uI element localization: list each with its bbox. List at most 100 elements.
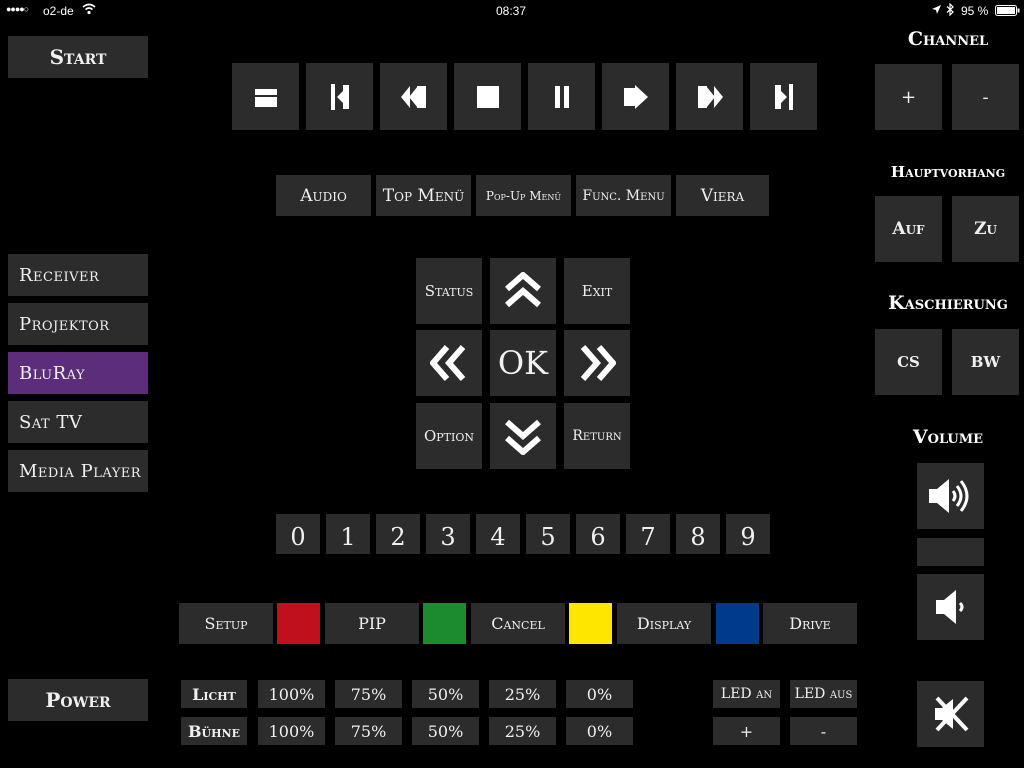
buehne-25-button[interactable]: 25%	[489, 717, 556, 745]
buehne-50-button[interactable]: 50%	[412, 717, 479, 745]
chevron-left-icon	[430, 344, 468, 382]
exit-button[interactable]: Exit	[564, 258, 630, 324]
led-plus-button[interactable]: +	[713, 717, 780, 745]
volume-down-button[interactable]	[917, 574, 984, 640]
chevron-down-icon	[504, 417, 542, 455]
fast-forward-button[interactable]	[676, 63, 743, 130]
digit-3-button[interactable]: 3	[426, 514, 470, 554]
carrier-name: o2-de	[43, 4, 74, 18]
drive-button[interactable]: Drive	[763, 603, 857, 644]
volume-down-icon	[934, 588, 968, 626]
status-bar: ●●●●○ o2-de 08:37 95 %	[0, 0, 1024, 22]
licht-50-button[interactable]: 50%	[412, 680, 479, 708]
masking-bw-button[interactable]: BW	[952, 329, 1019, 395]
power-button[interactable]: Power	[8, 679, 148, 721]
red-button[interactable]	[277, 603, 320, 644]
led-minus-button[interactable]: -	[790, 717, 857, 745]
rewind-icon	[400, 83, 428, 111]
led-off-button[interactable]: LED aus	[790, 680, 857, 708]
green-button[interactable]	[423, 603, 466, 644]
skip-back-icon	[329, 83, 351, 111]
led-on-button[interactable]: LED an	[713, 680, 780, 708]
signal-strength: ●●●●○	[6, 4, 29, 14]
left-button[interactable]	[416, 330, 482, 396]
volume-level-display	[917, 538, 984, 566]
buehne-label: Bühne	[181, 717, 247, 745]
chevron-right-icon	[578, 344, 616, 382]
licht-100-button[interactable]: 100%	[258, 680, 325, 708]
ok-button[interactable]: OK	[490, 330, 556, 396]
buehne-0-button[interactable]: 0%	[566, 717, 633, 745]
pause-button[interactable]	[528, 63, 595, 130]
buehne-100-button[interactable]: 100%	[258, 717, 325, 745]
start-button[interactable]: Start	[8, 36, 148, 78]
top-menu-button[interactable]: Top Menü	[376, 175, 471, 216]
status-button[interactable]: Status	[416, 258, 482, 324]
volume-heading: Volume	[912, 426, 984, 448]
right-button[interactable]	[564, 330, 630, 396]
popup-menu-button[interactable]: Pop-Up Menü	[476, 175, 571, 216]
licht-75-button[interactable]: 75%	[335, 680, 402, 708]
mute-button[interactable]	[917, 681, 984, 747]
buehne-75-button[interactable]: 75%	[335, 717, 402, 745]
digit-6-button[interactable]: 6	[576, 514, 620, 554]
viera-button[interactable]: Viera	[676, 175, 769, 216]
masking-heading: Kaschierung	[888, 292, 1008, 314]
battery-icon	[995, 5, 1020, 16]
curtain-heading: Hauptvorhang	[890, 163, 1006, 181]
device-bluray-button[interactable]: BluRay	[8, 352, 148, 394]
device-receiver-button[interactable]: Receiver	[8, 254, 148, 296]
pause-icon	[554, 85, 570, 109]
masking-cs-button[interactable]: CS	[875, 329, 942, 395]
digit-0-button[interactable]: 0	[276, 514, 320, 554]
yellow-button[interactable]	[569, 603, 612, 644]
func-menu-button[interactable]: Func. Menu	[576, 175, 671, 216]
clock: 08:37	[496, 4, 527, 18]
down-button[interactable]	[490, 403, 556, 469]
return-button[interactable]: Return	[564, 403, 630, 469]
chevron-up-icon	[504, 272, 542, 310]
volume-up-icon	[927, 477, 975, 515]
eject-icon	[254, 85, 278, 109]
digit-8-button[interactable]: 8	[676, 514, 720, 554]
volume-up-button[interactable]	[917, 463, 984, 529]
licht-25-button[interactable]: 25%	[489, 680, 556, 708]
option-button[interactable]: Option	[416, 403, 482, 469]
skip-forward-icon	[773, 83, 795, 111]
digit-2-button[interactable]: 2	[376, 514, 420, 554]
channel-minus-button[interactable]: -	[952, 64, 1019, 130]
setup-button[interactable]: Setup	[179, 603, 273, 644]
audio-button[interactable]: Audio	[276, 175, 371, 216]
digit-1-button[interactable]: 1	[326, 514, 370, 554]
licht-0-button[interactable]: 0%	[566, 680, 633, 708]
digit-7-button[interactable]: 7	[626, 514, 670, 554]
play-button[interactable]	[602, 63, 669, 130]
stop-icon	[476, 85, 499, 108]
digit-4-button[interactable]: 4	[476, 514, 520, 554]
curtain-close-button[interactable]: Zu	[952, 196, 1019, 262]
device-mediaplayer-button[interactable]: Media Player	[8, 450, 148, 492]
skip-forward-button[interactable]	[750, 63, 817, 130]
fast-forward-icon	[696, 83, 724, 111]
battery-percent: 95 %	[961, 4, 989, 18]
digit-5-button[interactable]: 5	[526, 514, 570, 554]
rewind-button[interactable]	[380, 63, 447, 130]
mute-icon	[931, 694, 971, 734]
channel-heading: Channel	[907, 28, 989, 50]
eject-button[interactable]	[232, 63, 299, 130]
digit-9-button[interactable]: 9	[726, 514, 770, 554]
blue-button[interactable]	[716, 603, 759, 644]
bluetooth-icon	[946, 3, 954, 16]
cancel-button[interactable]: Cancel	[471, 603, 565, 644]
device-sattv-button[interactable]: Sat TV	[8, 401, 148, 443]
skip-back-button[interactable]	[306, 63, 373, 130]
device-projektor-button[interactable]: Projektor	[8, 303, 148, 345]
channel-plus-button[interactable]: +	[875, 64, 942, 130]
location-icon	[931, 4, 942, 15]
stop-button[interactable]	[454, 63, 521, 130]
play-icon	[623, 84, 649, 110]
curtain-open-button[interactable]: Auf	[875, 196, 942, 262]
up-button[interactable]	[490, 258, 556, 324]
display-button[interactable]: Display	[617, 603, 711, 644]
pip-button[interactable]: PIP	[325, 603, 419, 644]
